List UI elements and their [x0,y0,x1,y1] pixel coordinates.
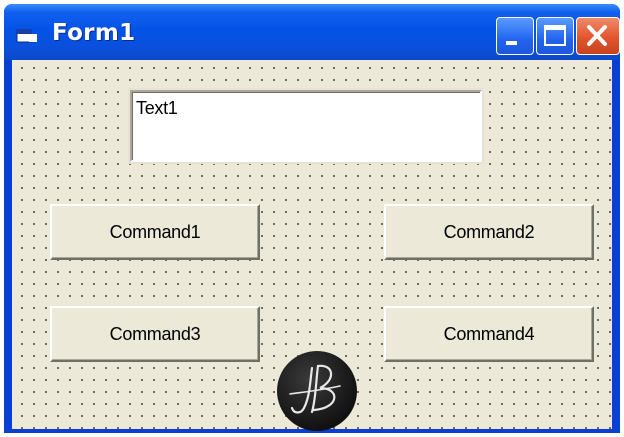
app-window-icon[interactable] [16,28,38,44]
watermark-logo [277,351,357,431]
minimize-button[interactable] [496,17,534,55]
form1-window: Form1 Text1 Command1 Command2 Command3 C… [4,4,620,433]
minimize-icon [506,41,517,45]
command1-button[interactable]: Command1 [50,204,260,260]
command4-button[interactable]: Command4 [384,306,594,362]
window-title: Form1 [52,20,136,46]
maximize-icon [544,25,566,46]
command3-button[interactable]: Command3 [50,306,260,362]
title-bar[interactable]: Form1 [4,4,620,60]
text1-textbox[interactable]: Text1 [130,90,482,162]
maximize-button[interactable] [536,17,574,55]
command2-button[interactable]: Command2 [384,204,594,260]
close-icon [587,25,607,46]
form-client-area: Text1 Command1 Command2 Command3 Command… [12,60,612,431]
close-button[interactable] [576,17,620,55]
